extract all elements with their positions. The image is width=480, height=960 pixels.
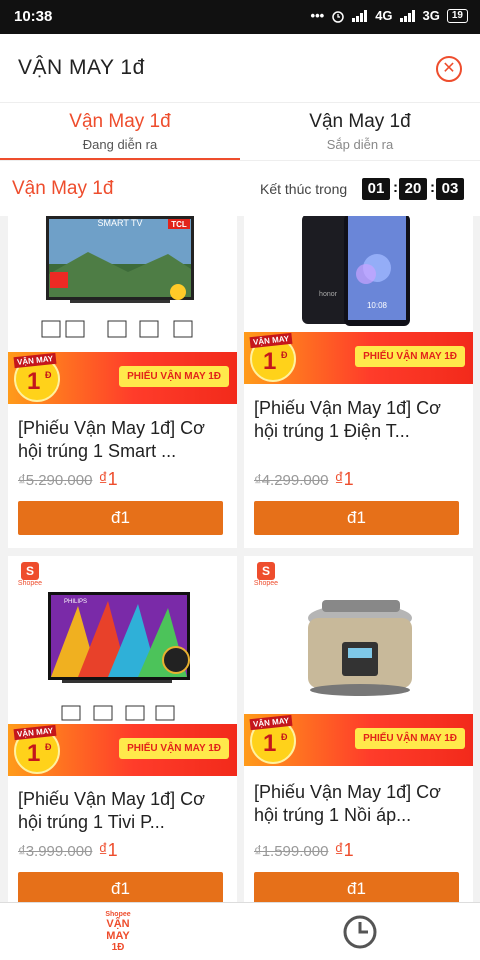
buy-button[interactable]: đ1 xyxy=(254,872,459,902)
tab-ongoing-sublabel: Đang diễn ra xyxy=(82,137,158,152)
original-price: ₫4.299.000 xyxy=(254,472,329,489)
signal-icon xyxy=(352,9,368,22)
countdown-hours: 01 xyxy=(362,178,390,200)
van-may-logo-icon[interactable]: Shopee VẬN MAY 1Đ xyxy=(96,911,140,953)
status-time: 10:38 xyxy=(14,8,53,25)
lucky-badge-icon: VẬN MAY 1 Đ xyxy=(13,724,60,774)
sale-price: ₫1 xyxy=(334,840,354,860)
section-header: Vận May 1đ Kết thúc trong 01 : 20 : 03 xyxy=(0,160,480,216)
battery-icon: 19 xyxy=(446,8,468,23)
pressure-cooker-image: S Shopee xyxy=(244,556,473,714)
countdown-seconds: 03 xyxy=(436,178,464,200)
price-line: ₫1.599.000 ₫1 xyxy=(254,840,354,861)
voucher-pill: PHIẾU VẬN MAY 1Đ xyxy=(355,346,465,367)
philips-tv-image: S Shopee PHILIPS xyxy=(8,556,237,724)
price-line: ₫5.290.000 ₫1 xyxy=(18,469,118,490)
tab-ongoing-label: Vận May 1đ xyxy=(69,111,171,132)
product-card[interactable]: S Shopee VẬN MAY 1 Đ PHIẾU VẬN MAY 1Đ [P… xyxy=(244,556,473,902)
countdown-minutes: 20 xyxy=(399,178,427,200)
svg-text:PHILIPS: PHILIPS xyxy=(64,599,87,605)
voucher-pill: PHIẾU VẬN MAY 1Đ xyxy=(119,366,229,387)
section-title: Vận May 1đ xyxy=(12,178,114,199)
network-label-2: 3G xyxy=(422,8,440,23)
tab-upcoming-label: Vận May 1đ xyxy=(309,111,411,132)
sale-price: ₫1 xyxy=(334,469,354,489)
promo-banner: VẬN MAY 1 Đ PHIẾU VẬN MAY 1Đ xyxy=(244,332,473,384)
alarm-icon xyxy=(332,10,344,23)
tab-ongoing[interactable]: Vận May 1đ Đang diễn ra xyxy=(0,103,240,161)
lucky-badge-icon: VẬN MAY 1 Đ xyxy=(13,352,60,402)
lucky-badge-icon: VẬN MAY 1 Đ xyxy=(249,714,296,764)
smart-tv-text: SMART TV xyxy=(97,218,142,228)
product-grid: SMART TV TCL VẬN MAY 1 Đ PHIẾU VẬN MAY 1… xyxy=(0,216,480,902)
voucher-pill: PHIẾU VẬN MAY 1Đ xyxy=(119,738,229,759)
smart-tv-image: SMART TV TCL xyxy=(8,216,237,352)
lucky-badge-icon: VẬN MAY 1 Đ xyxy=(249,332,296,382)
page-title: VẬN MAY 1đ xyxy=(18,56,145,79)
shopee-logo-icon: S Shopee xyxy=(253,562,279,587)
promo-banner: VẬN MAY 1 Đ PHIẾU VẬN MAY 1Đ xyxy=(8,352,237,404)
countdown-label: Kết thúc trong xyxy=(260,181,348,197)
product-card[interactable]: S Shopee PHILIPS VẬN MAY 1 Đ PHIẾU VẬN M… xyxy=(8,556,237,902)
svg-text:10:08: 10:08 xyxy=(367,301,388,310)
original-price: ₫3.999.000 xyxy=(18,843,93,860)
promo-banner: VẬN MAY 1 Đ PHIẾU VẬN MAY 1Đ xyxy=(244,714,473,766)
bottom-nav: Shopee VẬN MAY 1Đ xyxy=(0,902,480,960)
shopee-logo-icon: S Shopee xyxy=(17,562,43,587)
clock-icon[interactable] xyxy=(342,914,378,950)
close-icon[interactable]: ✕ xyxy=(436,56,462,82)
tab-upcoming-sublabel: Sắp diễn ra xyxy=(326,137,394,152)
voucher-pill: PHIẾU VẬN MAY 1Đ xyxy=(355,728,465,749)
promo-banner: VẬN MAY 1 Đ PHIẾU VẬN MAY 1Đ xyxy=(8,724,237,776)
price-line: ₫4.299.000 ₫1 xyxy=(254,469,354,490)
product-name[interactable]: [Phiếu Vận May 1đ] Cơ hội trúng 1 Tivi P… xyxy=(18,788,228,834)
app-bar: VẬN MAY 1đ ✕ xyxy=(0,34,480,102)
notification-dots-icon: ••• xyxy=(310,8,325,23)
buy-button[interactable]: đ1 xyxy=(18,501,223,535)
product-name[interactable]: [Phiếu Vận May 1đ] Cơ hội trúng 1 Điện T… xyxy=(254,397,464,443)
network-label-1: 4G xyxy=(375,8,393,23)
product-name[interactable]: [Phiếu Vận May 1đ] Cơ hội trúng 1 Smart … xyxy=(18,417,228,463)
status-bar: 10:38 ••• 4G 3G 19 xyxy=(0,0,480,34)
sale-price: ₫1 xyxy=(98,469,118,489)
tab-bar: Vận May 1đ Đang diễn ra Vận May 1đ Sắp d… xyxy=(0,102,480,161)
original-price: ₫1.599.000 xyxy=(254,843,329,860)
buy-button[interactable]: đ1 xyxy=(254,501,459,535)
product-card[interactable]: SMART TV TCL VẬN MAY 1 Đ PHIẾU VẬN MAY 1… xyxy=(8,216,237,548)
svg-text:honor: honor xyxy=(319,291,338,298)
signal-icon-2 xyxy=(399,9,416,22)
buy-button[interactable]: đ1 xyxy=(18,872,223,902)
sale-price: ₫1 xyxy=(98,840,118,860)
original-price: ₫5.290.000 xyxy=(18,472,93,489)
svg-text:TCL: TCL xyxy=(171,220,187,229)
tab-upcoming[interactable]: Vận May 1đ Sắp diễn ra xyxy=(240,103,480,161)
honor-phone-image: honor 10:08 xyxy=(244,216,473,332)
countdown-separator: : xyxy=(430,179,435,196)
status-icons: ••• 4G 3G 19 xyxy=(311,8,468,23)
countdown-separator: : xyxy=(393,179,398,196)
price-line: ₫3.999.000 ₫1 xyxy=(18,840,118,861)
product-card[interactable]: honor 10:08 VẬN MAY 1 Đ PHIẾU VẬN MAY 1Đ… xyxy=(244,216,473,548)
product-name[interactable]: [Phiếu Vận May 1đ] Cơ hội trúng 1 Nồi áp… xyxy=(254,781,464,827)
